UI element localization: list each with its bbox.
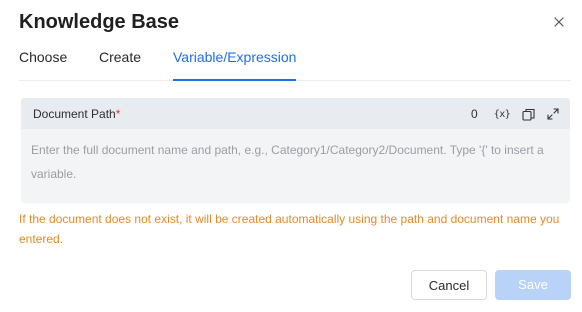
field-label: Document Path* (33, 106, 120, 122)
required-mark: * (115, 107, 121, 121)
document-path-input[interactable]: Enter the full document name and path, e… (31, 138, 555, 186)
close-icon (554, 17, 564, 27)
copy-icon[interactable] (520, 106, 536, 122)
expand-icon[interactable] (545, 106, 561, 122)
warning-message: If the document does not exist, it will … (19, 212, 560, 246)
dialog-title: Knowledge Base (19, 11, 180, 33)
character-count: 0 (471, 107, 478, 121)
close-button[interactable] (549, 12, 569, 32)
save-button[interactable]: Save (495, 270, 571, 300)
tab-bar: Choose Create Variable/Expression (19, 44, 571, 81)
field-label-text: Document Path (33, 107, 116, 121)
tab-create[interactable]: Create (99, 44, 141, 79)
variable-icon[interactable]: {x} (494, 106, 511, 122)
cancel-button[interactable]: Cancel (411, 270, 487, 300)
tab-variable-expression[interactable]: Variable/Expression (173, 44, 297, 81)
field-header: Document Path* 0 {x} (21, 98, 570, 129)
tab-choose[interactable]: Choose (19, 44, 67, 79)
document-path-field: Document Path* 0 {x} Enter the full docu… (21, 98, 570, 203)
knowledge-base-dialog: Knowledge Base Choose Create Variable/Ex… (0, 0, 582, 312)
